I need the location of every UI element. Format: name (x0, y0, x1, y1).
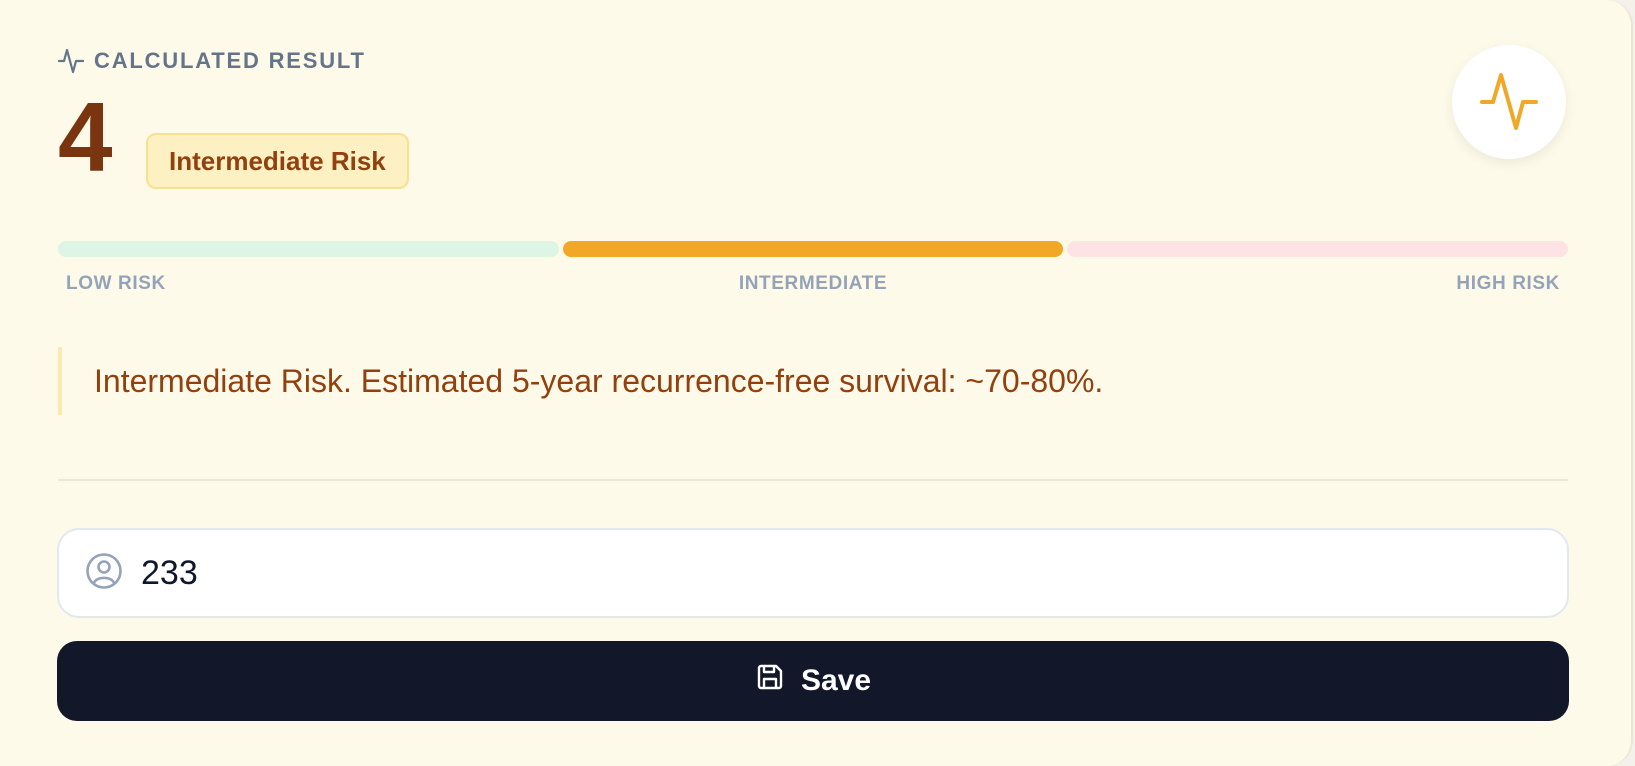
divider (58, 479, 1568, 481)
patient-id-input[interactable] (141, 553, 1441, 593)
risk-scale-bar (58, 241, 1569, 257)
risk-segment-low (58, 241, 559, 257)
user-circle-icon (85, 552, 123, 595)
interpretation-text: Intermediate Risk. Estimated 5-year recu… (58, 347, 1103, 415)
activity-icon-badge (1452, 45, 1566, 159)
risk-badge: Intermediate Risk (146, 133, 409, 189)
activity-icon (58, 47, 84, 75)
result-card: CALCULATED RESULT 4 Intermediate Risk LO… (0, 0, 1633, 766)
result-header-label: CALCULATED RESULT (94, 48, 366, 73)
save-button-label: Save (800, 664, 872, 697)
risk-segment-intermediate (562, 241, 1064, 257)
risk-label-intermediate: INTERMEDIATE (738, 273, 888, 294)
score-value: 4 (58, 82, 113, 192)
activity-icon (1480, 73, 1538, 130)
risk-scale-labels: LOW RISK INTERMEDIATE HIGH RISK (58, 273, 1568, 297)
save-icon (755, 662, 785, 700)
risk-segment-high (1067, 241, 1569, 257)
save-button[interactable]: Save (57, 641, 1569, 721)
risk-label-high: HIGH RISK (1456, 273, 1560, 294)
patient-id-field[interactable] (57, 528, 1569, 618)
result-header: CALCULATED RESULT (58, 44, 366, 78)
